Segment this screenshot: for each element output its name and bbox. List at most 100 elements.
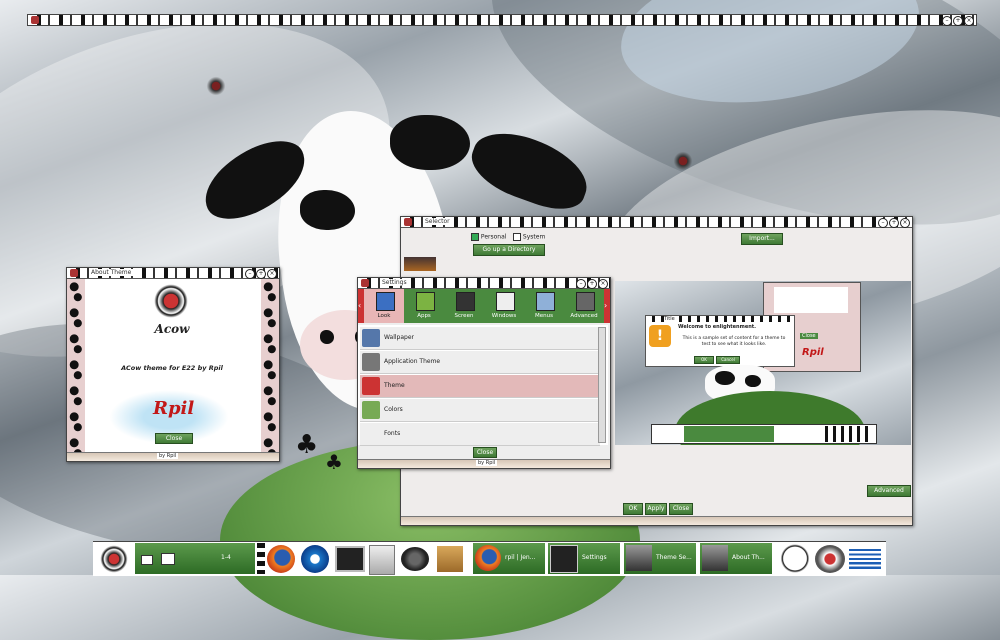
category-menus[interactable]: Menus — [524, 289, 564, 323]
task-theme-selector[interactable]: Theme Se... — [624, 543, 696, 574]
scroll-right-icon[interactable]: › — [604, 289, 610, 323]
settings-list: Wallpaper Application Theme Theme Colors Fon… — [358, 325, 608, 446]
category-label: Advanced — [570, 313, 598, 319]
task-about-theme[interactable]: About Th... — [700, 543, 772, 574]
volume-icon[interactable] — [815, 545, 845, 573]
firefox-launcher-icon[interactable] — [267, 545, 295, 573]
close-icon[interactable]: × — [964, 16, 974, 26]
list-item-icon — [362, 425, 380, 443]
maximize-icon[interactable]: + — [587, 279, 597, 289]
dialog-ok-button[interactable]: OK — [694, 356, 714, 364]
category-windows[interactable]: Windows — [484, 289, 524, 323]
list-item[interactable]: Fonts — [360, 423, 600, 446]
list-item[interactable]: Application Theme — [360, 351, 600, 374]
go-up-directory-button[interactable]: Go up a Directory — [473, 244, 545, 256]
theme-icon — [626, 545, 652, 571]
list-item-label: Theme — [384, 382, 405, 389]
top-shaded-window[interactable]: – + × — [27, 14, 977, 26]
clover-icon: ♣ — [325, 450, 343, 474]
preview-taskbar — [651, 424, 877, 444]
theme-icon — [70, 269, 78, 277]
mini-signature: Rpil — [802, 347, 824, 358]
category-menus-icon — [536, 292, 555, 311]
category-look[interactable]: Look — [364, 289, 404, 323]
close-icon[interactable]: × — [598, 279, 608, 289]
close-button[interactable]: Close — [155, 433, 193, 444]
app-icon — [404, 218, 412, 226]
ok-button[interactable]: OK — [623, 503, 643, 515]
radio-personal-label: Personal — [480, 233, 507, 241]
import-button[interactable]: Import... — [741, 233, 783, 245]
list-item-icon — [362, 329, 380, 347]
camera-icon[interactable] — [401, 547, 429, 571]
apply-button[interactable]: Apply — [645, 503, 667, 515]
acow-logo — [149, 284, 193, 318]
list-item[interactable]: Wallpaper — [360, 327, 600, 350]
close-button[interactable]: Close — [473, 447, 497, 458]
start-icon[interactable] — [95, 544, 133, 574]
list-scrollbar[interactable] — [598, 327, 606, 443]
firefox-icon — [475, 545, 501, 571]
settings-icon — [361, 279, 369, 287]
flag-greece-icon[interactable] — [849, 549, 881, 569]
list-item-label: Colors — [384, 406, 403, 413]
category-screen[interactable]: Screen — [444, 289, 484, 323]
settings-window: Settings – + × ‹ › Look Apps Screen Windows Me… — [357, 277, 611, 469]
preview-dialog: Title ! Welcome to enlightenment. This i… — [645, 315, 795, 367]
window-title: Settings — [380, 279, 409, 286]
list-item[interactable]: Theme — [360, 375, 600, 398]
fly-icon — [672, 150, 694, 172]
cow-print-frame-left — [67, 279, 85, 452]
pager[interactable]: 1-4 — [135, 543, 255, 574]
terminal-icon[interactable] — [335, 546, 365, 572]
iconify-icon[interactable]: – — [942, 16, 952, 26]
fly-icon — [205, 75, 227, 97]
maximize-icon[interactable]: + — [256, 269, 266, 279]
list-item-label: Application Theme — [384, 358, 441, 365]
category-look-icon — [376, 292, 395, 311]
iconify-icon[interactable]: – — [245, 269, 255, 279]
advanced-button[interactable]: Advanced — [867, 485, 911, 497]
category-apps[interactable]: Apps — [404, 289, 444, 323]
pager-label: 1-4 — [221, 554, 231, 561]
category-label: Menus — [535, 313, 553, 319]
settings-icon — [550, 545, 578, 573]
iconify-icon[interactable]: – — [878, 218, 888, 228]
maximize-icon[interactable]: + — [889, 218, 899, 228]
list-item[interactable]: Colors — [360, 399, 600, 422]
mini-close-button[interactable]: Close — [800, 333, 818, 339]
dialog-heading: Welcome to enlightenment. — [678, 324, 757, 330]
category-advanced[interactable]: Advanced — [564, 289, 604, 323]
cabinet-icon[interactable] — [369, 545, 395, 575]
warning-icon: ! — [649, 325, 671, 347]
category-label: Screen — [454, 313, 474, 319]
category-apps-icon — [416, 292, 435, 311]
dialog-cancel-button[interactable]: Cancel — [716, 356, 740, 364]
wallpaper-thumbnail[interactable] — [404, 257, 436, 271]
radio-system[interactable]: System — [513, 233, 545, 241]
footer-text: by Rpil — [157, 453, 179, 459]
clock-icon[interactable] — [778, 543, 812, 574]
radio-personal[interactable]: Personal — [471, 233, 506, 241]
window-title: About Theme — [89, 269, 134, 276]
list-item-icon — [362, 401, 380, 419]
theme-caption: ACow theme for E22 by Rpil — [121, 364, 223, 372]
task-settings[interactable]: Settings — [548, 543, 620, 574]
close-icon[interactable]: × — [267, 269, 277, 279]
maximize-icon[interactable]: + — [953, 16, 963, 26]
package-icon[interactable] — [437, 546, 463, 572]
footer-text: by Rpil — [476, 460, 498, 466]
category-label: Look — [377, 313, 391, 319]
media-player-icon[interactable] — [301, 545, 329, 573]
theme-icon — [702, 545, 728, 571]
task-firefox[interactable]: rpil | Jen... — [473, 543, 545, 574]
category-label: Apps — [417, 313, 431, 319]
iconify-icon[interactable]: – — [576, 279, 586, 289]
logo-text: Acow — [154, 322, 190, 336]
close-button[interactable]: Close — [669, 503, 693, 515]
close-icon[interactable]: × — [900, 218, 910, 228]
app-icon — [31, 16, 39, 24]
task-label: About Th... — [732, 554, 765, 561]
cow-print-frame-right — [261, 279, 279, 452]
dialog-title: Title — [664, 316, 675, 322]
